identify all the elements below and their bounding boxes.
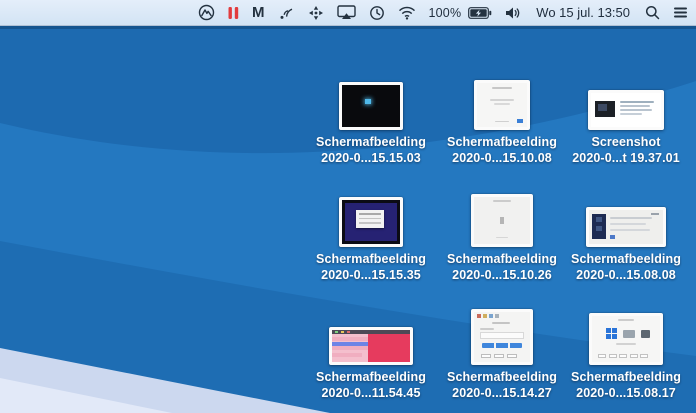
battery-percent-label: 100% [428, 5, 462, 20]
time-machine-icon[interactable] [369, 0, 385, 26]
file-label: Schermafbeelding 2020-0...11.54.45 [316, 370, 426, 400]
crosshair-icon[interactable] [308, 0, 324, 26]
menu-bar: M 100% Wo 15 jul. 13:50 [0, 0, 696, 26]
wifi-icon[interactable] [398, 0, 416, 26]
menu-clock[interactable]: Wo 15 jul. 13:50 [534, 0, 632, 26]
file-label: Schermafbeelding 2020-0...15.10.26 [447, 252, 557, 282]
desktop-icon-15-14-27[interactable]: Schermafbeelding 2020-0...15.14.27 [436, 303, 568, 401]
windows-logo [606, 328, 617, 339]
screenshot-thumbnail [339, 197, 403, 247]
file-label: Schermafbeelding 2020-0...15.10.08 [447, 135, 557, 165]
file-label: Schermafbeelding 2020-0...15.08.08 [571, 252, 681, 282]
battery-charging-icon[interactable] [468, 0, 492, 26]
desktop-icon-15-08-08[interactable]: Schermafbeelding 2020-0...15.08.08 [560, 185, 692, 283]
file-label: Screenshot 2020-0...t 19.37.01 [572, 135, 680, 165]
signal-icon[interactable] [278, 0, 295, 26]
desktop-icon-11-54-45[interactable]: Schermafbeelding 2020-0...11.54.45 [305, 303, 437, 401]
file-label: Schermafbeelding 2020-0...15.15.35 [316, 252, 426, 282]
desktop-icon-15-10-08[interactable]: Schermafbeelding 2020-0...15.10.08 [436, 68, 568, 166]
airplay-icon[interactable] [336, 0, 356, 26]
nordvpn-icon[interactable] [198, 0, 215, 26]
desktop-icon-19-37-01[interactable]: Screenshot 2020-0...t 19.37.01 [560, 68, 692, 166]
screenshot-thumbnail [474, 80, 530, 130]
desktop-icon-15-08-17[interactable]: Schermafbeelding 2020-0...15.08.17 [560, 303, 692, 401]
desktop-icon-15-15-35[interactable]: Schermafbeelding 2020-0...15.15.35 [305, 185, 437, 283]
file-label: Schermafbeelding 2020-0...15.15.03 [316, 135, 426, 165]
screenshot-thumbnail [339, 82, 403, 130]
spotlight-search-icon[interactable] [645, 0, 660, 26]
screenshot-thumbnail [471, 309, 533, 365]
screenshot-thumbnail [588, 90, 664, 130]
volume-icon[interactable] [505, 0, 521, 26]
desktop-icon-15-10-26[interactable]: Schermafbeelding 2020-0...15.10.26 [436, 185, 568, 283]
file-label: Schermafbeelding 2020-0...15.08.17 [571, 370, 681, 400]
screenshot-thumbnail [586, 207, 666, 247]
screenshot-thumbnail [471, 194, 533, 247]
screenshot-thumbnail [329, 327, 413, 365]
file-label: Schermafbeelding 2020-0...15.14.27 [447, 370, 557, 400]
desktop-icon-15-15-03[interactable]: Schermafbeelding 2020-0...15.15.03 [305, 68, 437, 166]
malwarebytes-icon[interactable]: M [252, 0, 265, 26]
notification-list-icon[interactable] [673, 0, 688, 26]
pause-icon[interactable] [228, 0, 239, 26]
screenshot-thumbnail [589, 313, 663, 365]
